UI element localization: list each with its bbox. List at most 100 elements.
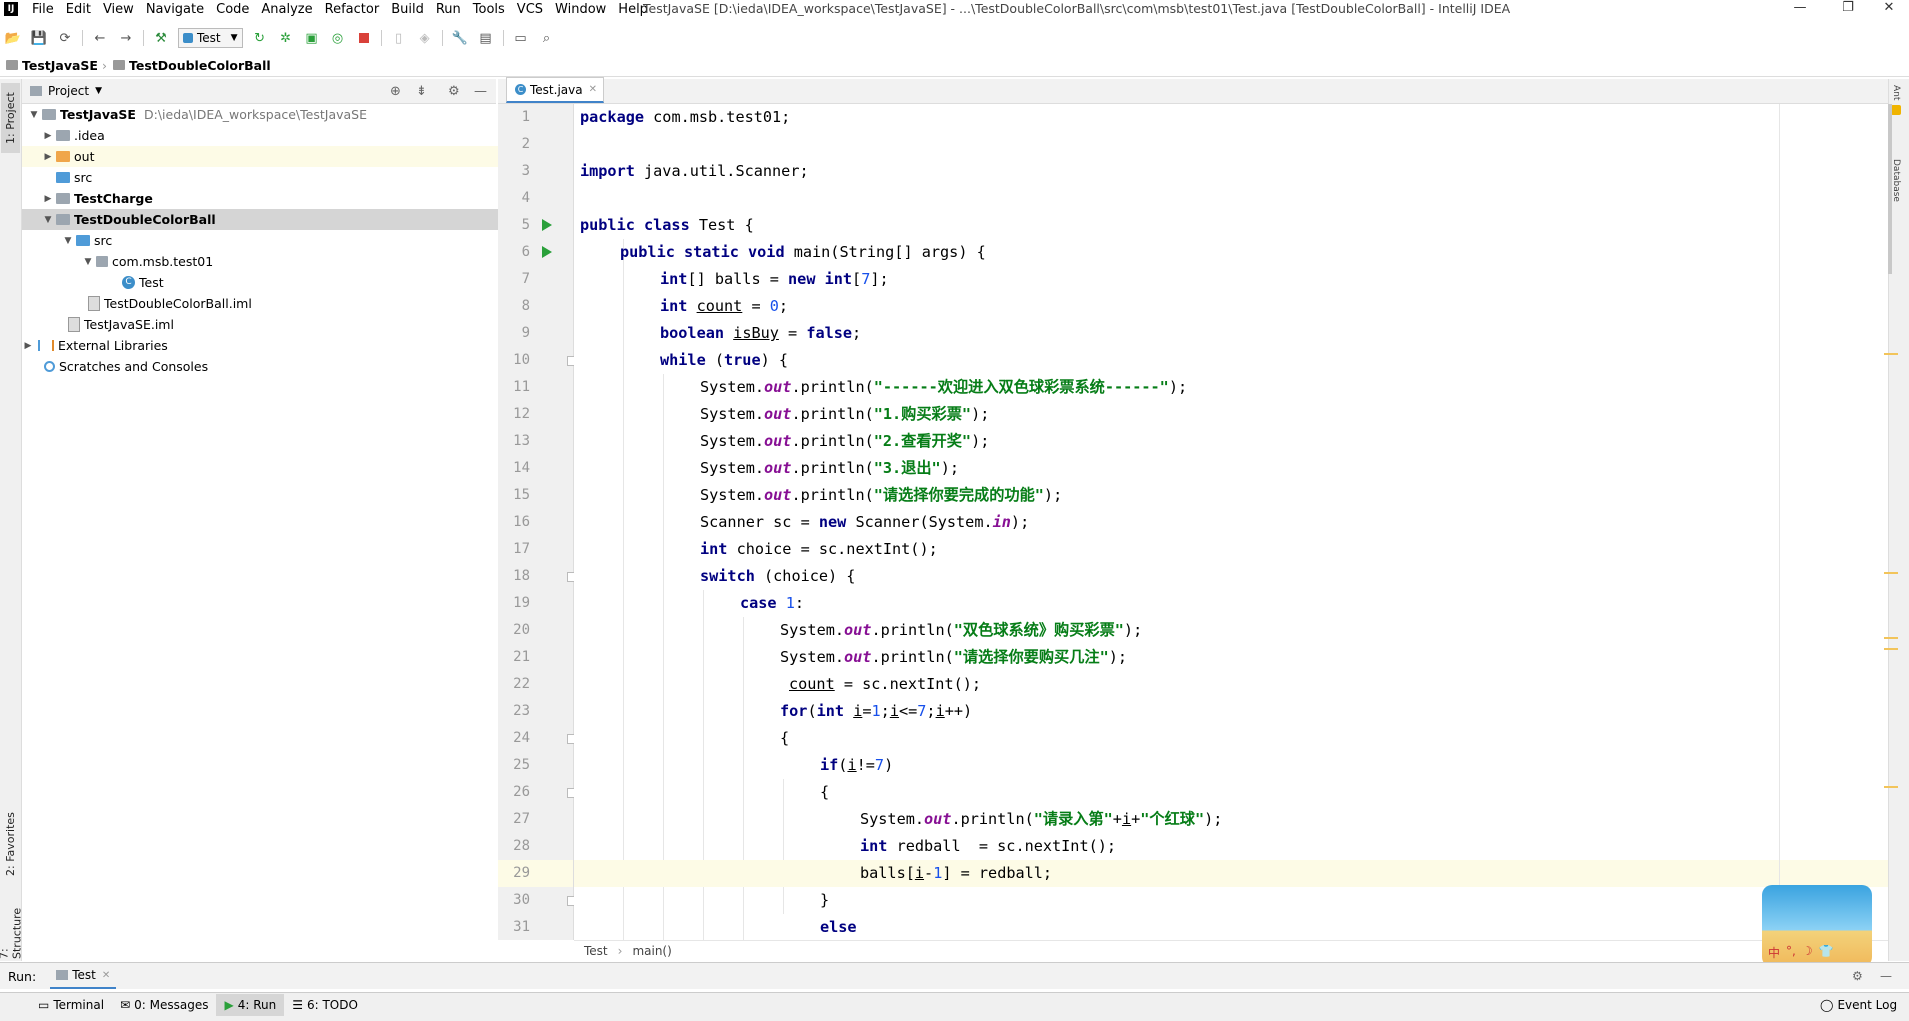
tree-item-testdoublecolorball[interactable]: ▼ TestDoubleColorBall <box>22 209 516 230</box>
run-tab-test[interactable]: Test ✕ <box>50 963 117 989</box>
tree-item-package[interactable]: ▼ com.msb.test01 <box>22 251 556 272</box>
chevron-down-icon[interactable]: ▼ <box>82 257 94 267</box>
minimize-icon[interactable]: — <box>1780 0 1820 18</box>
messages-tool-button[interactable]: ✉ 0: Messages <box>112 994 216 1016</box>
tree-item-module-iml[interactable]: TestDoubleColorBall.iml <box>22 293 560 314</box>
coverage-icon[interactable]: ▣ <box>302 28 322 48</box>
close-tab-icon[interactable]: ✕ <box>102 970 110 981</box>
run-main-icon[interactable] <box>542 246 552 258</box>
chevron-right-icon[interactable]: ▶ <box>42 131 54 141</box>
terminal-tool-button[interactable]: ▭ Terminal <box>30 994 112 1016</box>
restore-icon[interactable]: ❐ <box>1828 0 1868 18</box>
menu-view[interactable]: View <box>103 2 134 17</box>
collapse-all-icon[interactable]: ⇟ <box>416 84 427 99</box>
tree-item-testjavase[interactable]: ▼ TestJavaSE D:\ieda\IDEA_workspace\Test… <box>22 104 502 125</box>
close-icon[interactable]: ✕ <box>1869 0 1909 18</box>
stop-icon[interactable] <box>354 28 374 48</box>
menu-navigate[interactable]: Navigate <box>146 2 204 17</box>
ant-tool-tab[interactable]: Ant <box>1891 85 1901 100</box>
chevron-down-icon[interactable]: ▼ <box>95 86 102 96</box>
gear-icon[interactable]: ⚙ <box>448 84 460 99</box>
forward-icon[interactable]: → <box>116 28 136 48</box>
build-hammer-icon[interactable]: ⚒ <box>151 28 171 48</box>
chevron-down-icon[interactable]: ▼ <box>42 215 54 225</box>
run-class-icon[interactable] <box>542 219 552 231</box>
menu-analyze[interactable]: Analyze <box>261 2 312 17</box>
ime-widget[interactable]: 中 °, ☽ 👕 <box>1762 885 1872 967</box>
code-editor[interactable]: package com.msb.test01; import java.util… <box>574 104 1894 940</box>
locate-icon[interactable]: ⊕ <box>390 84 401 99</box>
ime-mode-icon[interactable]: 中 <box>1768 944 1780 961</box>
tree-item-external-libraries[interactable]: ▶ External Libraries <box>22 335 496 356</box>
project-structure-icon[interactable]: ▤ <box>476 28 496 48</box>
project-view-selector[interactable]: Project <box>48 84 89 98</box>
code-line: System.out.println("2.查看开奖"); <box>700 432 990 450</box>
menu-tools[interactable]: Tools <box>473 2 505 17</box>
settings-wrench-icon[interactable]: 🔧 <box>450 28 470 48</box>
sync-icon[interactable]: ⟳ <box>55 28 75 48</box>
breadcrumb-class[interactable]: Test <box>584 944 608 958</box>
hide-panel-icon[interactable]: — <box>1880 969 1892 983</box>
chevron-right-icon[interactable]: ▶ <box>42 194 54 204</box>
favorites-tool-tab[interactable]: 2: Favorites <box>1 799 20 889</box>
chevron-down-icon[interactable]: ▼ <box>28 110 40 120</box>
tab-test-java[interactable]: C Test.java ✕ <box>506 77 604 103</box>
project-tool-tab[interactable]: 1: Project <box>1 83 20 153</box>
menu-build[interactable]: Build <box>391 2 424 17</box>
line-number: 22 <box>513 676 530 692</box>
scroll-marker[interactable] <box>1884 637 1898 639</box>
ime-punct-icon[interactable]: °, <box>1786 944 1796 961</box>
scroll-marker[interactable] <box>1884 648 1898 650</box>
menu-code[interactable]: Code <box>216 2 249 17</box>
breadcrumb-module[interactable]: TestDoubleColorBall <box>112 58 271 73</box>
open-folder-icon[interactable]: 📂 <box>3 28 23 48</box>
chevron-down-icon[interactable]: ▼ <box>62 236 74 246</box>
menu-window[interactable]: Window <box>555 2 606 17</box>
rerun-icon[interactable]: ↻ <box>250 28 270 48</box>
tree-item-idea[interactable]: ▶ .idea <box>22 125 516 146</box>
ime-moon-icon[interactable]: ☽ <box>1802 944 1813 961</box>
menu-file[interactable]: File <box>32 2 54 17</box>
todo-tool-button[interactable]: ☰ 6: TODO <box>284 994 366 1016</box>
menu-run[interactable]: Run <box>436 2 461 17</box>
menu-edit[interactable]: Edit <box>66 2 91 17</box>
tree-item-src[interactable]: src <box>22 167 528 188</box>
attach-icon[interactable]: ▯ <box>389 28 409 48</box>
package-icon <box>96 256 108 267</box>
tree-item-src[interactable]: ▼ src <box>22 230 536 251</box>
breadcrumb-separator-icon: › <box>101 57 107 73</box>
gear-icon[interactable]: ⚙ <box>1852 969 1863 983</box>
save-icon[interactable]: 💾 <box>29 28 49 48</box>
menu-vcs[interactable]: VCS <box>517 2 543 17</box>
scroll-marker[interactable] <box>1884 786 1898 788</box>
breadcrumb-project[interactable]: TestJavaSE › <box>6 58 107 73</box>
tool-button-label: Terminal <box>53 998 105 1012</box>
terminal-icon[interactable]: ▭ <box>511 28 531 48</box>
ime-skin-icon[interactable]: 👕 <box>1819 944 1834 961</box>
tree-item-scratches[interactable]: Scratches and Consoles <box>22 356 514 377</box>
close-tab-icon[interactable]: ✕ <box>589 84 597 95</box>
breadcrumb-method[interactable]: main() <box>632 944 671 958</box>
line-number: 9 <box>521 325 530 341</box>
event-log-button[interactable]: ◯ Event Log <box>1812 994 1905 1016</box>
database-tool-tab[interactable]: Database <box>1891 159 1901 202</box>
back-icon[interactable]: ← <box>90 28 110 48</box>
scrollbar-thumb[interactable] <box>1888 104 1892 274</box>
tree-item-testcharge[interactable]: ▶ TestCharge <box>22 188 516 209</box>
menu-refactor[interactable]: Refactor <box>325 2 380 17</box>
scroll-marker[interactable] <box>1884 572 1898 574</box>
hide-panel-icon[interactable]: — <box>474 84 487 99</box>
chevron-right-icon[interactable]: ▶ <box>42 152 54 162</box>
tree-item-project-iml[interactable]: TestJavaSE.iml <box>22 314 540 335</box>
warning-icon[interactable] <box>1891 105 1901 115</box>
run-configuration-dropdown[interactable]: Test ▼ <box>178 28 243 48</box>
update-icon[interactable]: ◈ <box>415 28 435 48</box>
debug-icon[interactable]: ✲ <box>276 28 296 48</box>
structure-tool-tab[interactable]: 7: Structure <box>0 899 24 959</box>
search-icon[interactable]: ⌕ <box>537 28 557 48</box>
profile-icon[interactable]: ◎ <box>328 28 348 48</box>
scroll-marker[interactable] <box>1884 353 1898 355</box>
tree-item-out[interactable]: ▶ out <box>22 146 516 167</box>
chevron-right-icon[interactable]: ▶ <box>22 341 34 351</box>
run-tool-button[interactable]: ▶ 4: Run <box>216 994 285 1016</box>
